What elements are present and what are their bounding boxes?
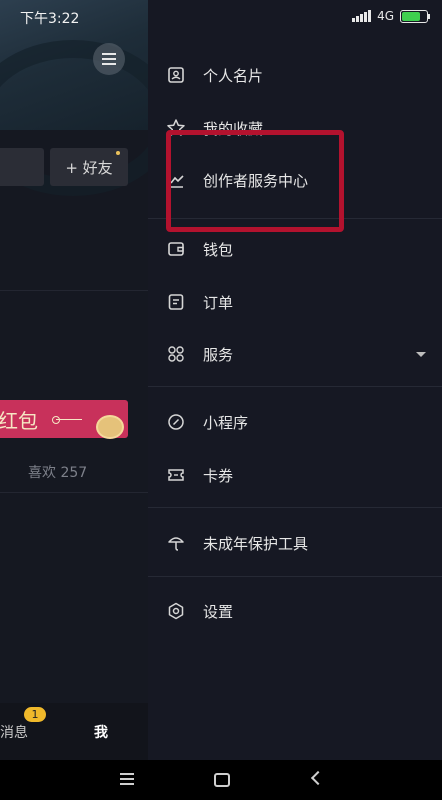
- id-card-icon: [166, 65, 186, 85]
- edit-profile-button[interactable]: [0, 148, 44, 186]
- signal-icon: [352, 10, 372, 22]
- drawer-divider: [148, 386, 442, 387]
- gear-icon: [166, 601, 186, 621]
- status-right: 4G: [352, 9, 430, 23]
- add-friend-button[interactable]: + 好友: [50, 148, 128, 186]
- grid-icon: [166, 344, 186, 364]
- ticket-icon: [166, 465, 186, 485]
- drawer-item-settings[interactable]: 设置: [148, 591, 442, 631]
- chevron-down-icon: [416, 351, 426, 357]
- home-button[interactable]: [214, 773, 230, 787]
- divider: [0, 290, 148, 291]
- key-icon: [52, 415, 82, 424]
- drawer-item-services[interactable]: 服务: [148, 334, 442, 374]
- drawer-item-coupons[interactable]: 卡券: [148, 455, 442, 495]
- status-bar: 下午3:22 4G: [0, 0, 442, 34]
- tab-messages[interactable]: 消息: [0, 722, 28, 742]
- drawer-item-label: 设置: [203, 602, 234, 621]
- hamburger-menu-button[interactable]: [93, 43, 125, 75]
- drawer-item-wallet[interactable]: 钱包: [148, 229, 442, 269]
- profile-page-background: + 好友 红包 喜欢 257 消息 1 我: [0, 0, 176, 760]
- menu-icon: [102, 53, 116, 55]
- divider: [0, 492, 148, 493]
- red-packet-banner[interactable]: 红包: [0, 400, 128, 439]
- umbrella-icon: [166, 533, 186, 553]
- back-button[interactable]: [310, 770, 326, 786]
- message-badge: 1: [24, 707, 46, 722]
- drawer-divider: [148, 507, 442, 508]
- drawer-divider: [148, 576, 442, 577]
- link-icon: [166, 412, 186, 432]
- tab-me[interactable]: 我: [94, 722, 108, 742]
- drawer-item-label: 小程序: [203, 413, 249, 432]
- status-time: 下午3:22: [20, 11, 80, 27]
- drawer-item-label: 卡券: [203, 466, 234, 485]
- system-nav-bar: [0, 760, 442, 800]
- recent-apps-button[interactable]: [120, 773, 134, 785]
- coin-icon: [96, 415, 124, 439]
- drawer-item-label: 未成年保护工具: [203, 534, 309, 553]
- battery-icon: [400, 9, 430, 23]
- drawer-item-orders[interactable]: 订单: [148, 282, 442, 322]
- side-drawer: 个人名片 我的收藏 创作者服务中心 钱包 订单 服务 小程序 卡券 未成年保护工…: [148, 0, 442, 760]
- add-friend-label: + 好友: [65, 158, 113, 177]
- highlight-box: [166, 130, 344, 232]
- new-dot-indicator: [116, 151, 120, 155]
- drawer-item-mini-programs[interactable]: 小程序: [148, 402, 442, 442]
- network-type: 4G: [377, 9, 394, 23]
- drawer-item-label: 个人名片: [203, 66, 264, 85]
- likes-count[interactable]: 喜欢 257: [28, 462, 87, 482]
- drawer-item-label: 订单: [203, 293, 234, 312]
- drawer-item-label: 钱包: [203, 240, 234, 259]
- drawer-item-label: 服务: [203, 345, 234, 364]
- screen: + 好友 红包 喜欢 257 消息 1 我 个人名片 我的收藏 创作者服务中心 …: [0, 0, 442, 760]
- order-icon: [166, 292, 186, 312]
- drawer-item-minor-protection[interactable]: 未成年保护工具: [148, 523, 442, 563]
- wallet-icon: [166, 239, 186, 259]
- red-packet-text: 红包: [0, 408, 38, 433]
- drawer-item-business-card[interactable]: 个人名片: [148, 55, 442, 95]
